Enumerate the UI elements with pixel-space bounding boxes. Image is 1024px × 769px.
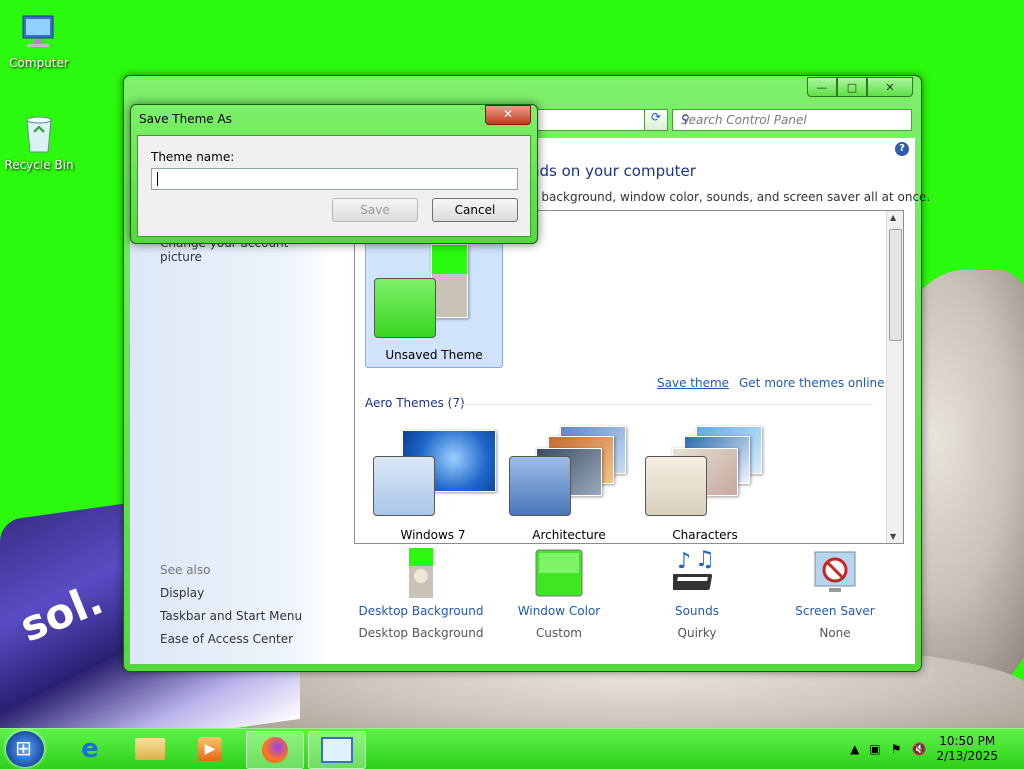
media-player-icon: ▶ bbox=[198, 737, 222, 761]
theme-unsaved-label: Unsaved Theme bbox=[385, 348, 483, 362]
taskbar-explorer[interactable] bbox=[122, 731, 178, 767]
dialog-body: Theme name: Save Cancel bbox=[137, 135, 531, 237]
sounds-value: Quirky bbox=[677, 626, 717, 640]
desktop-background-setting[interactable]: Desktop Background Desktop Background bbox=[356, 548, 486, 640]
start-button[interactable] bbox=[6, 731, 44, 767]
page-title: nds on your computer bbox=[530, 162, 696, 180]
close-button[interactable]: ✕ bbox=[867, 77, 913, 97]
sidebar-link-display[interactable]: Display bbox=[160, 586, 204, 600]
action-center-flag-icon[interactable]: ⚑ bbox=[891, 742, 902, 756]
refresh-icon[interactable]: ⟳ bbox=[644, 109, 668, 131]
recycle-bin-icon bbox=[17, 112, 61, 156]
sounds-icon: ♪ ♫ bbox=[669, 547, 721, 598]
minimize-button[interactable]: — bbox=[807, 77, 837, 97]
sidebar-link-taskbar[interactable]: Taskbar and Start Menu bbox=[160, 609, 302, 623]
scroll-up-icon[interactable]: ▲ bbox=[890, 213, 896, 222]
taskbar-firefox[interactable] bbox=[246, 731, 304, 769]
theme-architecture[interactable]: Architecture bbox=[501, 426, 637, 542]
screen-saver-title[interactable]: Screen Saver bbox=[770, 604, 900, 618]
window-color-value: Custom bbox=[536, 626, 582, 640]
help-icon[interactable]: ? bbox=[895, 142, 909, 156]
theme-characters-preview bbox=[640, 426, 770, 526]
clock[interactable]: 10:50 PM 2/13/2025 bbox=[936, 734, 998, 764]
taskbar: e ▶ ▲ ▣ ⚑ 🔇 10:50 PM 2/13/2025 bbox=[0, 728, 1024, 769]
system-tray: ▲ ▣ ⚑ 🔇 10:50 PM 2/13/2025 bbox=[850, 733, 998, 765]
show-hidden-icons-icon[interactable]: ▲ bbox=[850, 742, 859, 756]
clock-time: 10:50 PM bbox=[939, 734, 996, 748]
text-caret bbox=[157, 172, 158, 186]
theme-windows-7-preview bbox=[368, 426, 498, 526]
theme-architecture-label: Architecture bbox=[532, 528, 606, 542]
taskbar-control-panel[interactable] bbox=[308, 731, 366, 769]
theme-windows-7[interactable]: Windows 7 bbox=[365, 426, 501, 542]
maximize-button[interactable]: □ bbox=[837, 77, 867, 97]
page-description: p background, window color, sounds, and … bbox=[530, 190, 931, 204]
firefox-icon bbox=[262, 737, 288, 763]
save-theme-dialog: Save Theme As ✕ Theme name: Save Cancel bbox=[130, 104, 538, 244]
window-color-setting[interactable]: Window Color Custom bbox=[494, 548, 624, 640]
clock-date: 2/13/2025 bbox=[936, 749, 998, 763]
dialog-title: Save Theme As bbox=[139, 112, 232, 126]
sounds-setting[interactable]: ♪ ♫ Sounds Quirky bbox=[632, 547, 762, 640]
get-more-themes-link[interactable]: Get more themes online bbox=[739, 376, 885, 390]
theme-characters[interactable]: Characters bbox=[637, 426, 773, 542]
network-icon[interactable]: ▣ bbox=[869, 742, 880, 756]
see-also-label: See also bbox=[160, 563, 211, 577]
screen-saver-value: None bbox=[819, 626, 851, 640]
window-color-title[interactable]: Window Color bbox=[494, 604, 624, 618]
control-panel-icon bbox=[321, 737, 353, 763]
theme-name-input[interactable] bbox=[151, 168, 518, 190]
theme-list: ▲ ▼ Unsaved Theme Save theme Get more th… bbox=[354, 210, 904, 544]
theme-windows-7-label: Windows 7 bbox=[400, 528, 466, 542]
taskbar-media-player[interactable]: ▶ bbox=[182, 731, 238, 767]
theme-unsaved-preview bbox=[369, 242, 499, 342]
screen-saver-setting[interactable]: Screen Saver None bbox=[770, 548, 900, 640]
aero-themes-title: Aero Themes (7) bbox=[365, 396, 465, 410]
desktop-background-title[interactable]: Desktop Background bbox=[356, 604, 486, 618]
section-divider bbox=[455, 404, 873, 405]
search-input[interactable]: Search Control Panel ⚲ bbox=[672, 109, 912, 131]
svg-text:♪: ♪ bbox=[677, 549, 691, 574]
svg-text:♫: ♫ bbox=[695, 548, 715, 572]
scroll-down-icon[interactable]: ▼ bbox=[890, 532, 896, 541]
folder-icon bbox=[135, 738, 165, 760]
scroll-thumb[interactable] bbox=[889, 229, 902, 341]
save-button[interactable]: Save bbox=[332, 198, 418, 222]
search-icon[interactable]: ⚲ bbox=[681, 112, 907, 126]
internet-explorer-icon: e bbox=[81, 734, 99, 764]
sidebar-link-ease-of-access[interactable]: Ease of Access Center bbox=[160, 632, 293, 646]
theme-name-label: Theme name: bbox=[151, 150, 235, 164]
save-theme-link[interactable]: Save theme bbox=[657, 376, 729, 390]
theme-unsaved[interactable]: Unsaved Theme bbox=[365, 241, 503, 368]
desktop-icon-recycle-bin[interactable]: Recycle Bin bbox=[4, 112, 74, 172]
theme-list-scrollbar[interactable]: ▲ ▼ bbox=[886, 211, 903, 543]
window-color-icon bbox=[535, 548, 583, 598]
taskbar-internet-explorer[interactable]: e bbox=[62, 731, 118, 767]
dialog-close-button[interactable]: ✕ bbox=[485, 105, 531, 125]
sounds-title[interactable]: Sounds bbox=[632, 604, 762, 618]
desktop-icon-computer[interactable]: Computer bbox=[4, 10, 74, 70]
cancel-button[interactable]: Cancel bbox=[432, 198, 518, 222]
desktop-icon-label: Recycle Bin bbox=[4, 158, 74, 172]
theme-characters-label: Characters bbox=[672, 528, 738, 542]
theme-architecture-preview bbox=[504, 426, 634, 526]
desktop-background-icon bbox=[397, 548, 445, 598]
desktop-background-value: Desktop Background bbox=[358, 626, 484, 640]
caption-buttons: — □ ✕ bbox=[807, 77, 913, 97]
screen-saver-icon bbox=[811, 548, 859, 598]
desktop-icon-label: Computer bbox=[9, 56, 69, 70]
volume-muted-icon[interactable]: 🔇 bbox=[912, 742, 927, 756]
computer-icon bbox=[17, 10, 61, 54]
